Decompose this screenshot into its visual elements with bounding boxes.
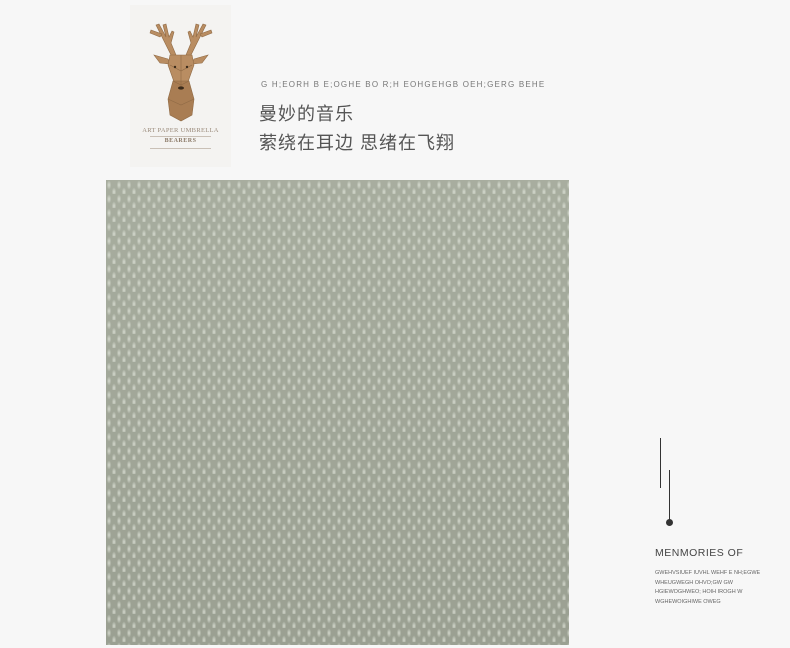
deer-head-icon (149, 23, 213, 122)
decorative-latin-line: G H;EORH B E;OGHE BO R;H EOHGEHGB OEH;GE… (261, 80, 546, 89)
side-note-line: HGIEWOGHWEO; HOIH IROGH W (655, 589, 743, 595)
logo-subtitle: BEARERS (164, 138, 197, 144)
side-note-text: GWEHVSIUEF IUVHL WEHF E NH;EGWE WHEUGWEG… (655, 569, 785, 607)
brand-logo-card: ART PAPER UMBRELLA BEARERS (130, 5, 231, 167)
heading-line-1: 曼妙的音乐 (259, 104, 354, 124)
logo-divider (150, 136, 211, 137)
side-note-title: MENMORIES OF (655, 547, 744, 559)
logo-divider (150, 148, 211, 149)
fabric-texture-image (106, 180, 569, 645)
heading-line-2: 萦绕在耳边 思绪在飞翔 (259, 133, 455, 153)
decorative-vertical-line (660, 438, 661, 488)
side-note-line: GWEHVSIUEF IUVHL WEHF E NH;EGWE (655, 570, 761, 576)
logo-tagline: ART PAPER UMBRELLA (142, 127, 219, 134)
side-note-line: WHEUGWEGH OHVO;GW GW (655, 579, 733, 586)
decorative-dot (666, 519, 673, 526)
decorative-vertical-line (669, 470, 670, 520)
side-note-line: WGHEWOIGHIWE OWEG (655, 598, 721, 605)
